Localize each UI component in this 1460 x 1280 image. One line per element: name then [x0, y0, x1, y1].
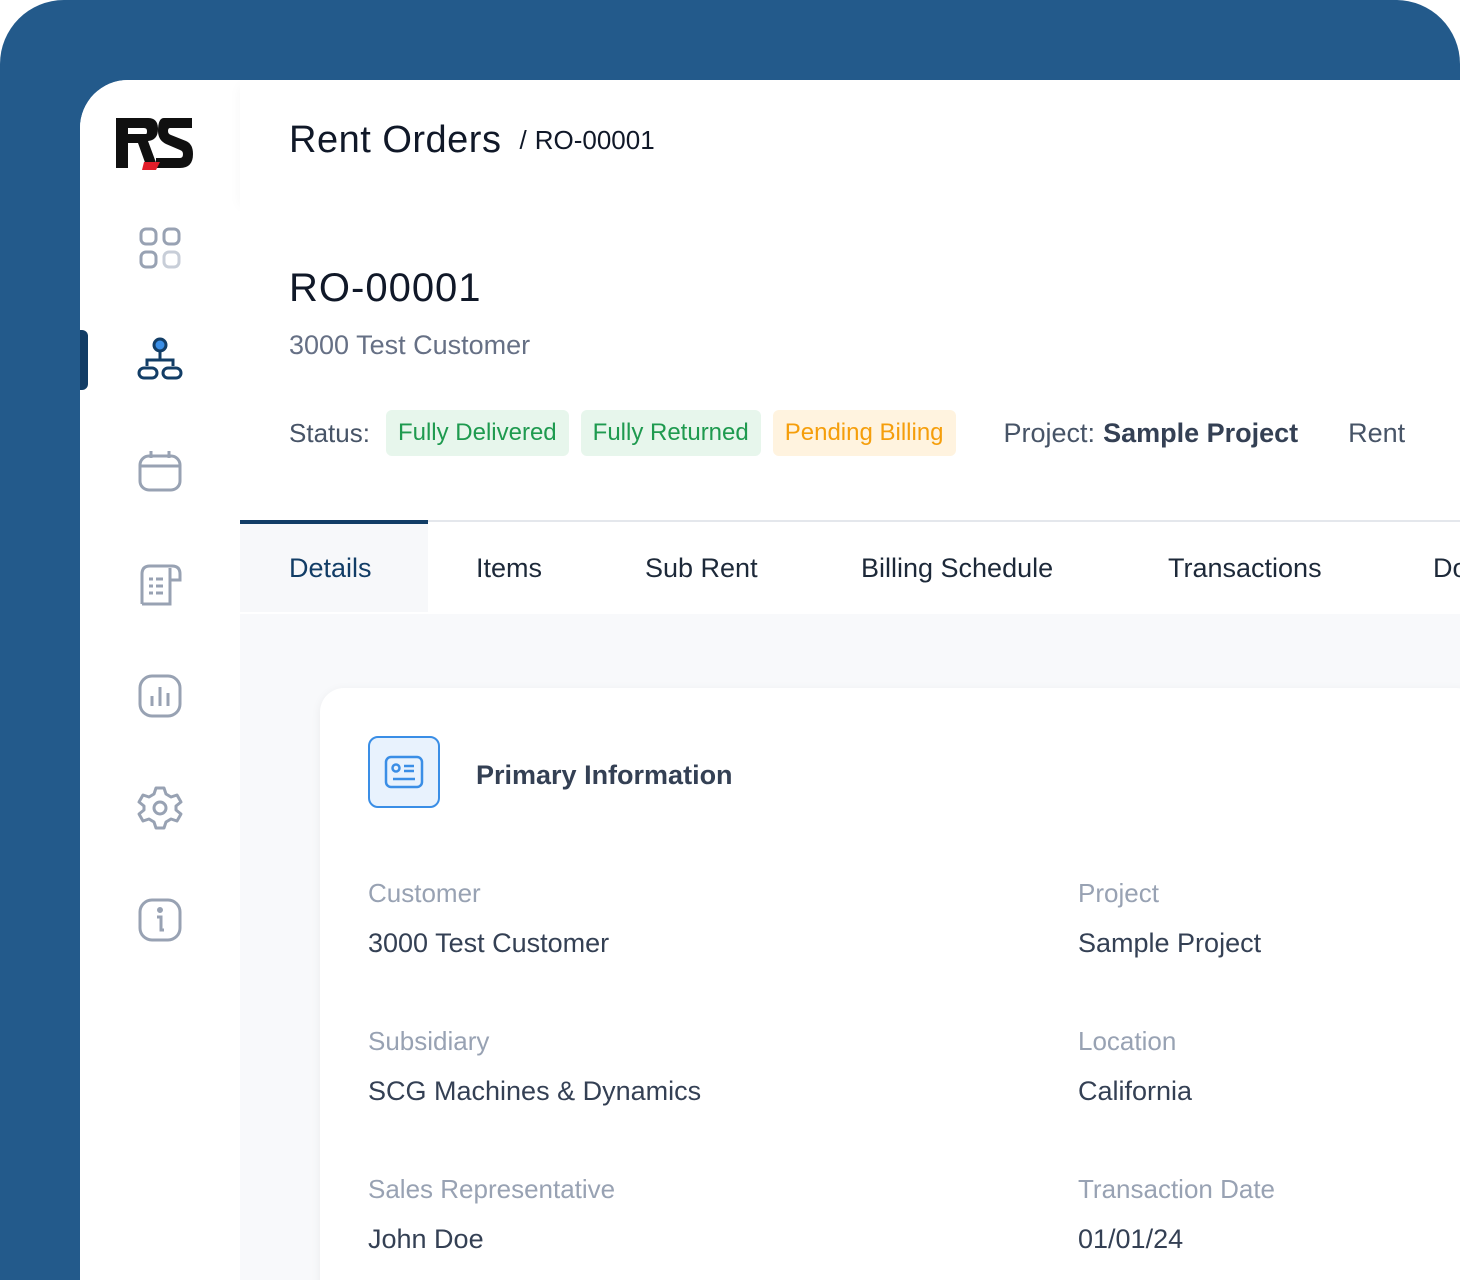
nav-reports[interactable]: [80, 666, 240, 726]
tab-billing-schedule[interactable]: Billing Schedule: [861, 522, 1053, 614]
calendar-icon: [138, 451, 182, 492]
customer-value: 3000 Test Customer: [368, 928, 610, 958]
project-label: Project:: [1003, 417, 1096, 448]
nav-settings[interactable]: [80, 778, 240, 838]
info-icon: [138, 898, 182, 942]
order-customer: 3000 Test Customer: [289, 330, 531, 360]
order-summary: RO-00001 3000 Test Customer Status: Full…: [240, 200, 1460, 520]
id-card-icon: [368, 736, 440, 808]
app-window: Rent Orders / RO-00001 RO-00001 3000 Tes…: [80, 80, 1460, 1280]
page-title: Rent Orders: [289, 118, 502, 161]
receipt-icon: [140, 564, 182, 606]
breadcrumb-current: RO-00001: [534, 124, 655, 155]
project-value: Sample Project: [1103, 417, 1299, 448]
nav-dashboard[interactable]: [80, 218, 240, 278]
status-badge-delivered: Fully Delivered: [385, 410, 569, 456]
project-field-label: Project: [1078, 878, 1159, 908]
card-title: Primary Information: [476, 760, 733, 790]
details-content: Primary Information Customer 3000 Test C…: [240, 614, 1460, 1280]
sales-rep-value: John Doe: [368, 1224, 484, 1254]
tab-details[interactable]: Details: [240, 520, 428, 612]
subsidiary-value: SCG Machines & Dynamics: [368, 1076, 702, 1106]
transaction-date-label: Transaction Date: [1078, 1174, 1276, 1204]
status-row: Status: Fully Delivered Fully Returned P…: [289, 410, 1405, 456]
order-id: RO-00001: [289, 266, 482, 310]
breadcrumb-separator: /: [519, 124, 527, 155]
settings-icon: [137, 786, 183, 830]
sales-rep-label: Sales Representative: [368, 1174, 616, 1204]
nav-rent-orders[interactable]: [80, 330, 240, 390]
page-header: Rent Orders / RO-00001: [240, 80, 1460, 200]
status-label: Status:: [289, 417, 370, 448]
tab-documents[interactable]: Do: [1433, 522, 1460, 614]
hierarchy-icon: [137, 337, 183, 380]
location-value: California: [1078, 1076, 1193, 1106]
rent-label: Rent: [1348, 417, 1406, 448]
location-label: Location: [1078, 1026, 1177, 1056]
sidebar: [80, 80, 241, 1280]
rs-logo: [116, 118, 193, 170]
nav-invoices[interactable]: [80, 554, 240, 614]
transaction-date-value: 01/01/24: [1078, 1224, 1184, 1254]
background-frame: Rent Orders / RO-00001 RO-00001 3000 Tes…: [0, 0, 1460, 1280]
tab-transactions[interactable]: Transactions: [1168, 522, 1322, 614]
chart-icon: [138, 674, 182, 718]
status-badge-returned: Fully Returned: [580, 410, 761, 456]
dashboard-icon: [139, 227, 181, 269]
status-badge-billing: Pending Billing: [772, 410, 956, 456]
tab-items[interactable]: Items: [476, 522, 542, 614]
subsidiary-label: Subsidiary: [368, 1026, 490, 1056]
nav-info[interactable]: [80, 890, 240, 950]
project-field-value: Sample Project: [1078, 928, 1262, 958]
nav-calendar[interactable]: [80, 442, 240, 502]
primary-info-card: Primary Information Customer 3000 Test C…: [320, 688, 1460, 1280]
tab-sub-rent[interactable]: Sub Rent: [645, 522, 758, 614]
tab-bar: Details Items Sub Rent Billing Schedule …: [240, 520, 1460, 616]
customer-label: Customer: [368, 878, 481, 908]
